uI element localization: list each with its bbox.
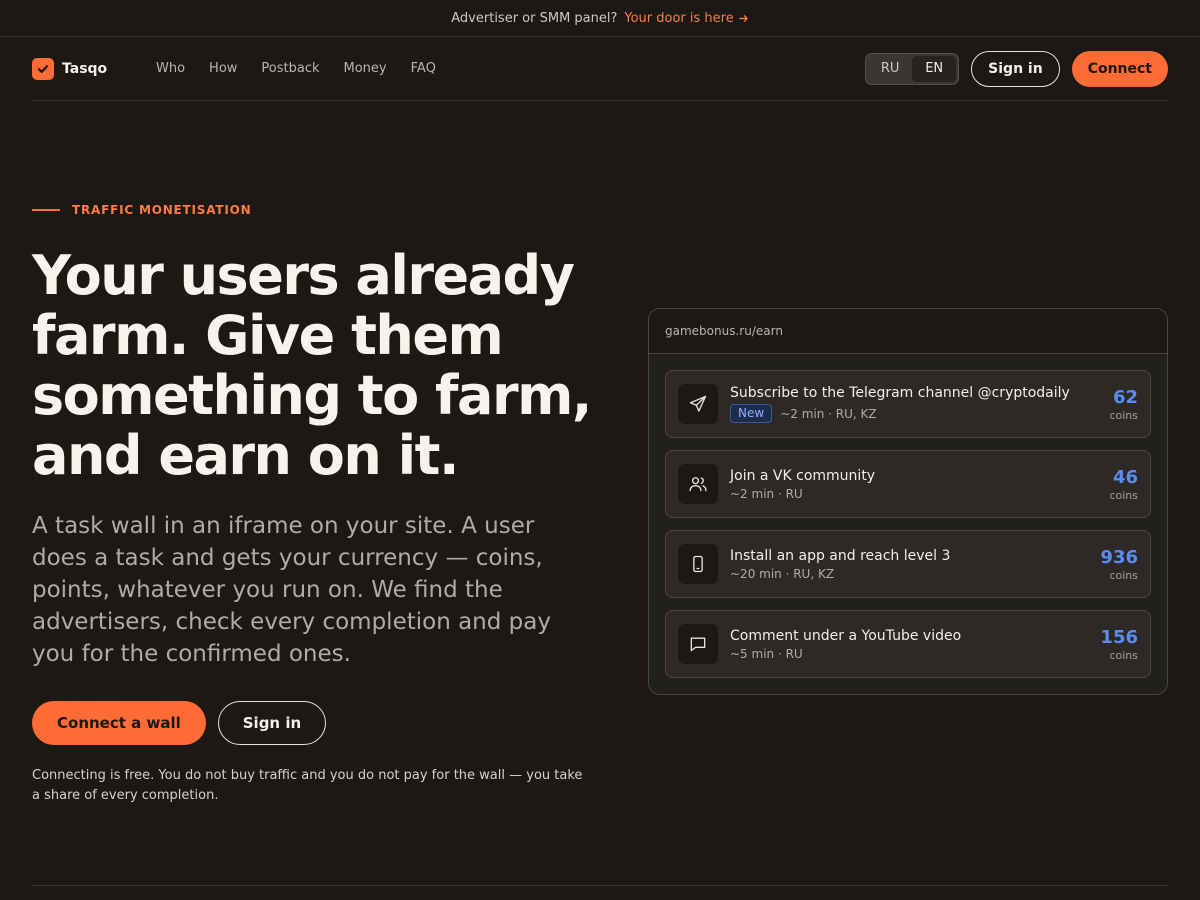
new-badge: New (730, 404, 773, 423)
task-meta: ~5 min · RU (730, 646, 803, 661)
task-wall-preview: gamebonus.ru/earn Subscribe to the Teleg… (648, 308, 1168, 695)
task-reward-amount: 936 (1100, 546, 1138, 568)
task-meta: ~2 min · RU (730, 486, 803, 501)
lang-option-ru[interactable]: RU (868, 56, 912, 82)
brand-logo[interactable]: Tasqo (32, 57, 148, 80)
arrow-right-icon (738, 14, 748, 22)
main-nav: Tasqo Who How Postback Money FAQ RU EN S… (32, 37, 1168, 101)
checkmark-icon (32, 57, 54, 80)
wall-url-bar: gamebonus.ru/earn (649, 309, 1167, 354)
hero-headline: Your users already farm. Give them somet… (32, 244, 592, 487)
task-title: Subscribe to the Telegram channel @crypt… (730, 385, 1070, 401)
hero-footnote: Connecting is free. You do not buy traff… (32, 768, 583, 803)
nav-link-faq[interactable]: FAQ (411, 61, 436, 76)
task-reward-unit: coins (1109, 648, 1138, 662)
announcement-bar: Advertiser or SMM panel? Your door is he… (0, 0, 1200, 37)
smartphone-icon (678, 544, 718, 584)
announcement-text: Advertiser or SMM panel? (451, 10, 618, 26)
eyebrow-label: TRAFFIC MONETISATION (72, 203, 252, 217)
hero-sign-in-button[interactable]: Sign in (217, 701, 327, 745)
task-reward-amount: 156 (1100, 626, 1138, 648)
task-title: Join a VK community (730, 467, 876, 484)
task-reward-amount: 46 (1112, 466, 1138, 488)
announcement-link[interactable]: Your door is here (624, 11, 748, 26)
task-reward-unit: coins (1109, 488, 1138, 502)
nav-link-money[interactable]: Money (344, 61, 387, 76)
hero-actions: Connect a wall Sign in (32, 701, 327, 745)
sign-in-button[interactable]: Sign in (971, 50, 1060, 87)
nav-link-who[interactable]: Who (156, 61, 185, 76)
task-card[interactable]: Join a VK community ~2 min · RU 46 coins (665, 450, 1151, 518)
connect-button[interactable]: Connect (1071, 50, 1168, 87)
task-meta: ~2 min · RU, KZ (780, 406, 877, 421)
task-title: Comment under a YouTube video (730, 627, 962, 644)
lang-option-en[interactable]: EN (912, 55, 957, 82)
hero-lead: A task wall in an iframe on your site. A… (32, 513, 551, 667)
section-divider (32, 885, 1168, 886)
task-reward-unit: coins (1109, 568, 1138, 582)
send-icon (678, 384, 718, 424)
task-card[interactable]: Subscribe to the Telegram channel @crypt… (665, 370, 1151, 438)
task-card[interactable]: Comment under a YouTube video ~5 min · R… (665, 610, 1151, 678)
eyebrow-rule (32, 209, 60, 211)
hero-eyebrow: TRAFFIC MONETISATION (32, 203, 251, 217)
language-switcher: RU EN (865, 52, 960, 85)
users-icon (678, 464, 718, 504)
task-card[interactable]: Install an app and reach level 3 ~20 min… (665, 530, 1151, 598)
connect-wall-button[interactable]: Connect a wall (32, 701, 206, 745)
task-title: Install an app and reach level 3 (730, 547, 951, 564)
nav-link-how[interactable]: How (209, 61, 237, 76)
task-reward-unit: coins (1109, 408, 1138, 422)
brand-name: Tasqo (62, 60, 108, 77)
task-meta: ~20 min · RU, KZ (730, 566, 835, 581)
task-reward-amount: 62 (1112, 386, 1138, 408)
message-icon (678, 624, 718, 664)
nav-link-postback[interactable]: Postback (261, 61, 319, 76)
announcement-link-label: Your door is here (624, 10, 734, 26)
